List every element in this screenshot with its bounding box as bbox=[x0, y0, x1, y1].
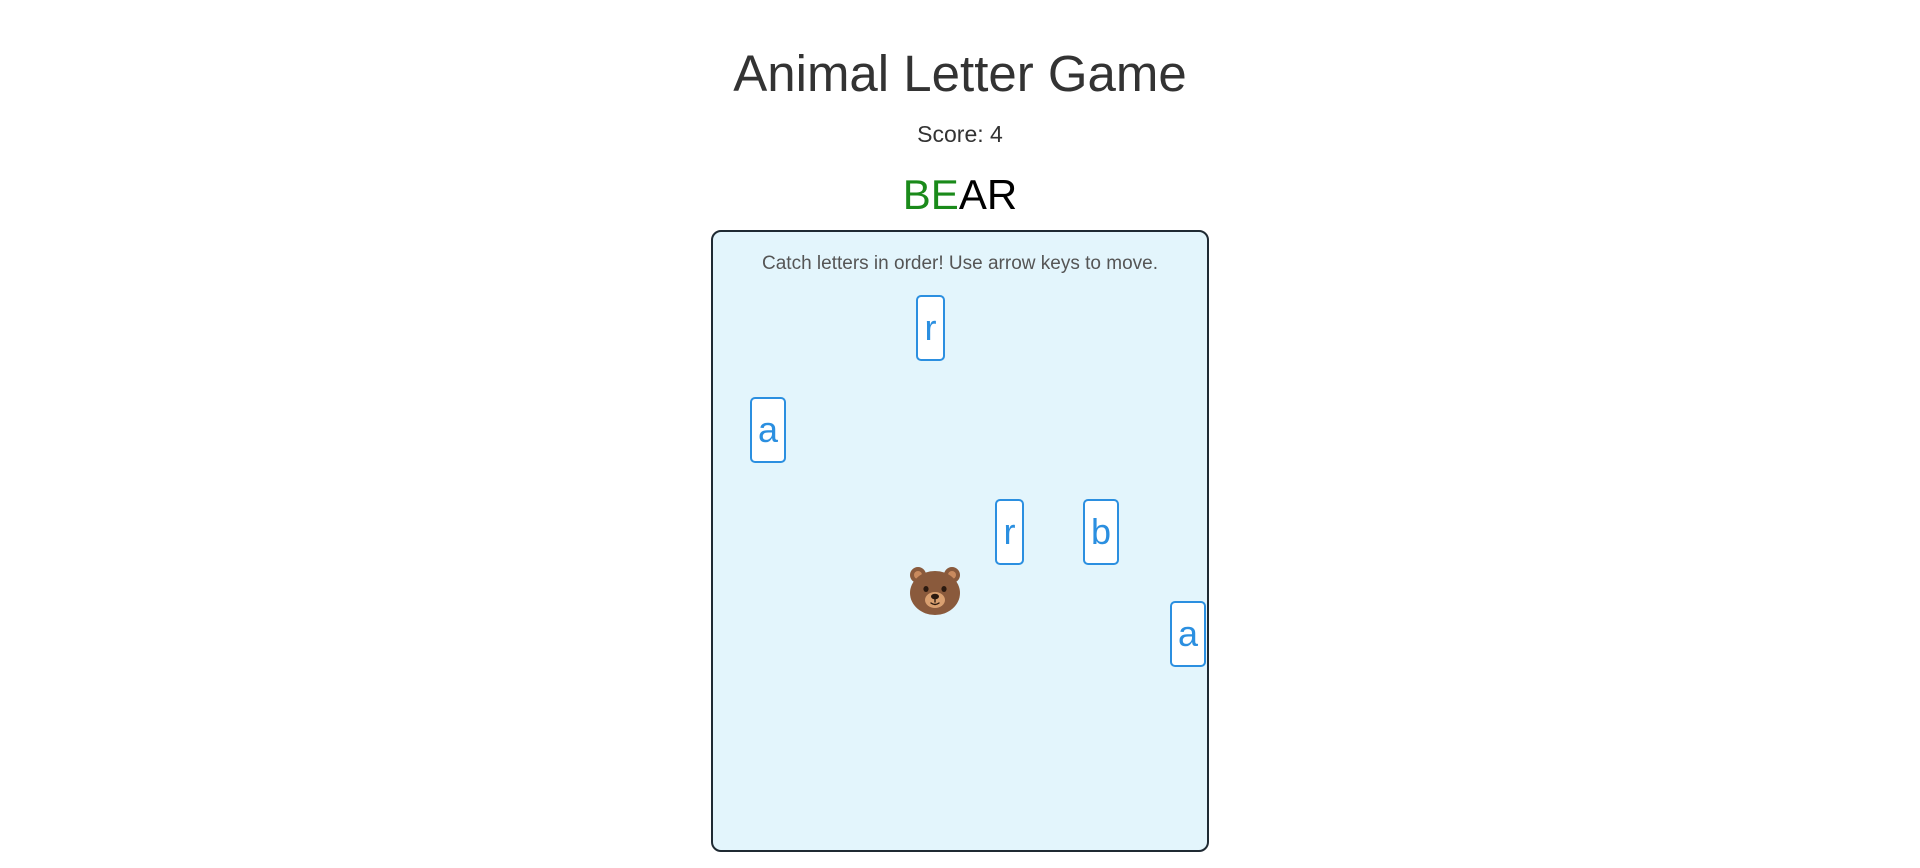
score-display: Score: 4 bbox=[0, 120, 1920, 148]
bear-face-icon[interactable] bbox=[907, 564, 963, 616]
game-instructions: Catch letters in order! Use arrow keys t… bbox=[762, 253, 1158, 274]
falling-letter[interactable]: b bbox=[1083, 499, 1119, 565]
falling-letter[interactable]: a bbox=[1170, 601, 1206, 667]
falling-letter[interactable]: r bbox=[995, 499, 1024, 565]
target-word-caught: BE bbox=[902, 171, 959, 218]
page-title: Animal Letter Game bbox=[733, 45, 1187, 102]
score-value: 4 bbox=[990, 121, 1003, 147]
score-label: Score: bbox=[917, 121, 984, 147]
game-board[interactable]: Catch letters in order! Use arrow keys t… bbox=[711, 230, 1209, 852]
falling-letter[interactable]: a bbox=[750, 397, 786, 463]
target-word: BEAR bbox=[0, 170, 1920, 220]
target-word-remaining: AR bbox=[958, 171, 1018, 218]
falling-letter[interactable]: r bbox=[916, 295, 945, 361]
